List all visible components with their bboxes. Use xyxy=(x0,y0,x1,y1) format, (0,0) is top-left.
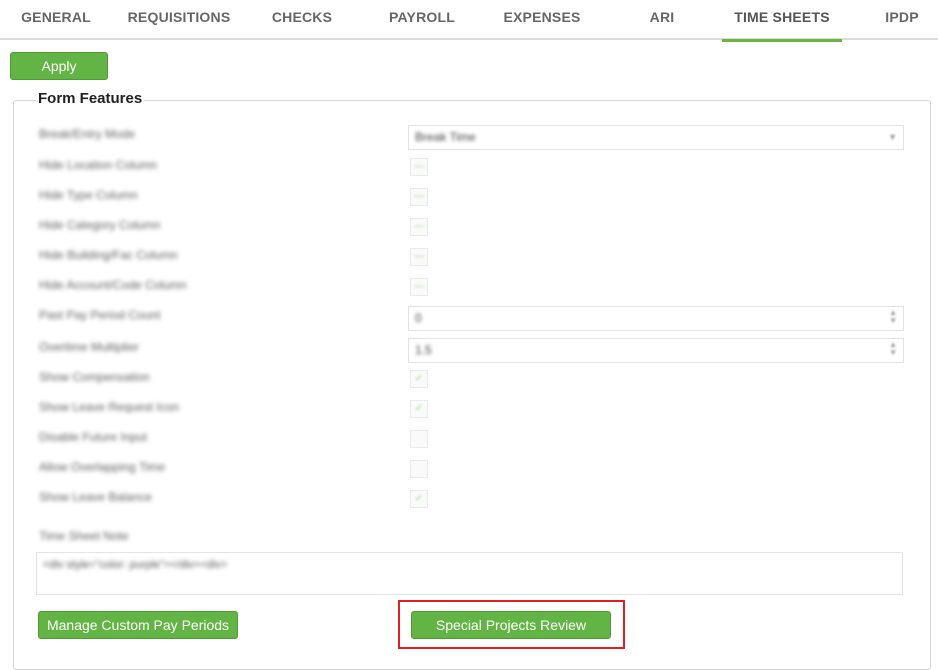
row-label: Hide Category Column xyxy=(39,218,161,232)
tab-time-sheets[interactable]: TIME SHEETS xyxy=(722,0,842,42)
tab-ari[interactable]: ARI xyxy=(638,0,686,40)
break-entry-mode-select[interactable]: Break Time ▼ xyxy=(408,125,904,150)
settings-tabs: GENERAL REQUISITIONS CHECKS PAYROLL EXPE… xyxy=(0,0,938,42)
allow-overlapping-checkbox[interactable] xyxy=(410,460,428,478)
chevron-down-icon: ▼ xyxy=(888,132,897,142)
tab-general[interactable]: GENERAL xyxy=(14,0,98,40)
row-label: Show Leave Request Icon xyxy=(39,400,180,414)
apply-button[interactable]: Apply xyxy=(10,52,108,80)
tab-ipdp[interactable]: IPDP xyxy=(878,0,926,40)
hide-location-checkbox[interactable]: — xyxy=(410,158,428,176)
row-label: Hide Account/Code Column xyxy=(39,278,187,292)
row-label: Show Compensation xyxy=(39,370,150,384)
row-label: Hide Type Column xyxy=(39,188,138,202)
row-label: Hide Location Column xyxy=(39,158,158,172)
hide-account-checkbox[interactable]: — xyxy=(410,278,428,296)
row-label: Disable Future Input xyxy=(39,430,148,444)
past-pay-period-input[interactable]: 0 ▲ ▼ xyxy=(408,306,904,331)
row-label: Break/Entry Mode xyxy=(39,127,136,141)
tab-requisitions[interactable]: REQUISITIONS xyxy=(124,0,234,40)
show-compensation-checkbox[interactable]: ✓ xyxy=(410,370,428,388)
form-features-legend: Form Features xyxy=(36,90,145,107)
overtime-multiplier-input[interactable]: 1.5 ▲ ▼ xyxy=(408,338,904,363)
hide-building-checkbox[interactable]: — xyxy=(410,248,428,266)
tab-payroll[interactable]: PAYROLL xyxy=(380,0,464,40)
time-sheet-note-label: Time Sheet Note xyxy=(39,529,129,543)
row-label: Show Leave Balance xyxy=(39,490,152,504)
disable-future-input-checkbox[interactable] xyxy=(410,430,428,448)
time-sheet-note-textarea[interactable]: <div style="color: purple"></div><div> xyxy=(36,552,903,595)
tab-checks[interactable]: CHECKS xyxy=(262,0,342,40)
row-label: Hide Building/Fac Column xyxy=(39,248,178,262)
spinner-icon[interactable]: ▲ ▼ xyxy=(889,309,897,325)
row-label: Past Pay Period Count xyxy=(39,308,161,322)
highlight-box xyxy=(398,600,625,649)
show-leave-balance-checkbox[interactable]: ✓ xyxy=(410,490,428,508)
show-leave-request-checkbox[interactable]: ✓ xyxy=(410,400,428,418)
row-label: Overtime Multiplier xyxy=(39,340,140,354)
row-label: Allow Overlapping Time xyxy=(39,460,166,474)
hide-category-checkbox[interactable]: — xyxy=(410,218,428,236)
manage-custom-pay-periods-button[interactable]: Manage Custom Pay Periods xyxy=(38,611,238,639)
tab-expenses[interactable]: EXPENSES xyxy=(500,0,584,40)
hide-type-checkbox[interactable]: — xyxy=(410,188,428,206)
spinner-icon[interactable]: ▲ ▼ xyxy=(889,341,897,357)
